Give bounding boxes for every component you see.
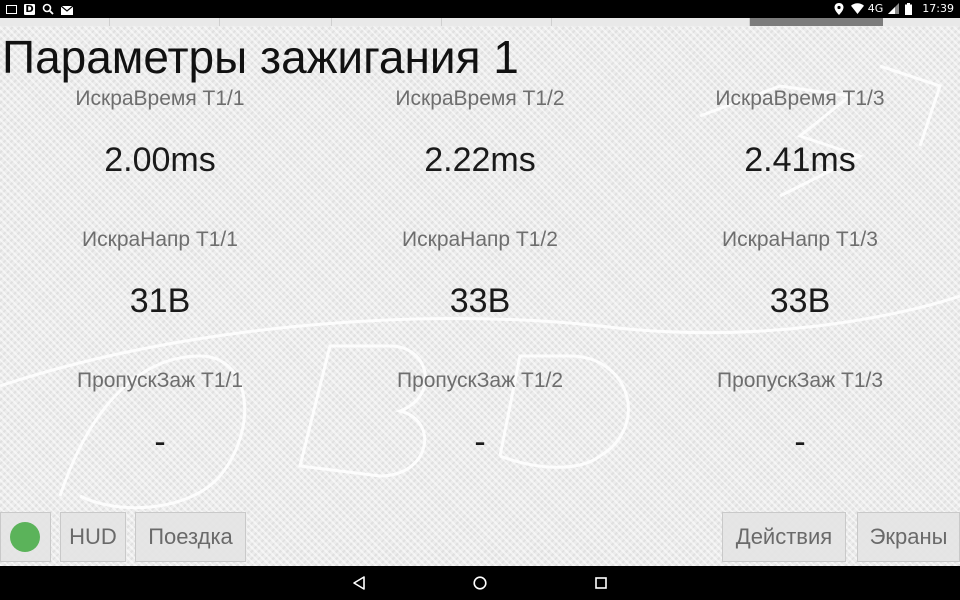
parameter-label: ИскраНапр Т1/2	[402, 228, 558, 251]
screen-tab[interactable]	[552, 18, 750, 26]
parameter-value: 2.41ms	[744, 141, 856, 179]
notification-icons: D	[6, 2, 74, 16]
screen-tab-strip	[0, 18, 960, 26]
parameter-tile[interactable]: ПропускЗаж Т1/2 -	[320, 368, 640, 462]
screen-tab[interactable]	[883, 18, 960, 26]
parameter-tile[interactable]: ПропускЗаж Т1/3 -	[640, 368, 960, 462]
battery-icon	[905, 3, 917, 15]
hud-button[interactable]: HUD	[60, 512, 126, 562]
screen-tab[interactable]	[0, 18, 110, 26]
signal-icon	[888, 3, 900, 15]
screen-tab[interactable]	[110, 18, 220, 26]
parameter-tile[interactable]: ИскраВремя Т1/2 2.22ms	[320, 86, 640, 180]
parameter-value: 33В	[449, 282, 511, 320]
system-icons: 4G 17:39	[834, 1, 954, 17]
parameter-value: 2.00ms	[104, 141, 216, 179]
trip-button[interactable]: Поездка	[135, 512, 246, 562]
navigation-bar	[0, 566, 960, 600]
parameter-label: ИскраНапр Т1/1	[82, 228, 238, 251]
parameter-label: ПропускЗаж Т1/1	[76, 369, 244, 392]
actions-button[interactable]: Действия	[722, 512, 846, 562]
page-title: Параметры зажигания 1	[2, 31, 519, 83]
network-type-label: 4G	[867, 2, 884, 15]
image-icon	[6, 4, 17, 14]
screens-button[interactable]: Экраны	[857, 512, 960, 562]
screen-tab[interactable]	[442, 18, 552, 26]
parameter-value: 31В	[129, 282, 191, 320]
search-icon	[42, 3, 54, 15]
parameter-value: 2.22ms	[424, 141, 536, 179]
status-bar: D 4G 17:39	[0, 0, 960, 18]
location-icon	[834, 3, 846, 15]
recents-icon[interactable]	[592, 574, 610, 592]
screen-tab[interactable]	[332, 18, 442, 26]
parameter-tile[interactable]: ИскраНапр Т1/3 33В	[640, 227, 960, 321]
parameter-label: ИскраВремя Т1/2	[395, 87, 565, 110]
home-icon[interactable]	[471, 574, 489, 592]
parameter-tile[interactable]: ИскраВремя Т1/1 2.00ms	[0, 86, 320, 180]
parameter-label: ИскраВремя Т1/1	[75, 87, 245, 110]
screen-tab-active[interactable]	[750, 18, 883, 26]
screen-tab[interactable]	[220, 18, 332, 26]
dashboard-screen: Параметры зажигания 1 ИскраВремя Т1/1 2.…	[0, 26, 960, 566]
parameter-label: ИскраНапр Т1/3	[722, 228, 878, 251]
parameter-tile[interactable]: ПропускЗаж Т1/1 -	[0, 368, 320, 462]
parameter-label: ПропускЗаж Т1/2	[396, 369, 564, 392]
connection-status-button[interactable]	[0, 512, 51, 562]
parameter-label: ИскраВремя Т1/3	[715, 87, 885, 110]
connection-status-indicator	[10, 522, 40, 552]
parameter-value: -	[794, 423, 806, 461]
parameter-label: ПропускЗаж Т1/3	[716, 369, 884, 392]
back-icon[interactable]	[350, 574, 368, 592]
wifi-icon	[850, 3, 864, 15]
parameter-tile[interactable]: ИскраНапр Т1/1 31В	[0, 227, 320, 321]
parameter-tile[interactable]: ИскраВремя Т1/3 2.41ms	[640, 86, 960, 180]
mail-icon	[60, 5, 74, 15]
d-app-icon: D	[24, 3, 35, 15]
parameter-value: 33В	[769, 282, 831, 320]
parameter-value: -	[154, 423, 166, 461]
parameter-value: -	[474, 423, 486, 461]
clock: 17:39	[922, 2, 954, 15]
parameter-tile[interactable]: ИскраНапр Т1/2 33В	[320, 227, 640, 321]
